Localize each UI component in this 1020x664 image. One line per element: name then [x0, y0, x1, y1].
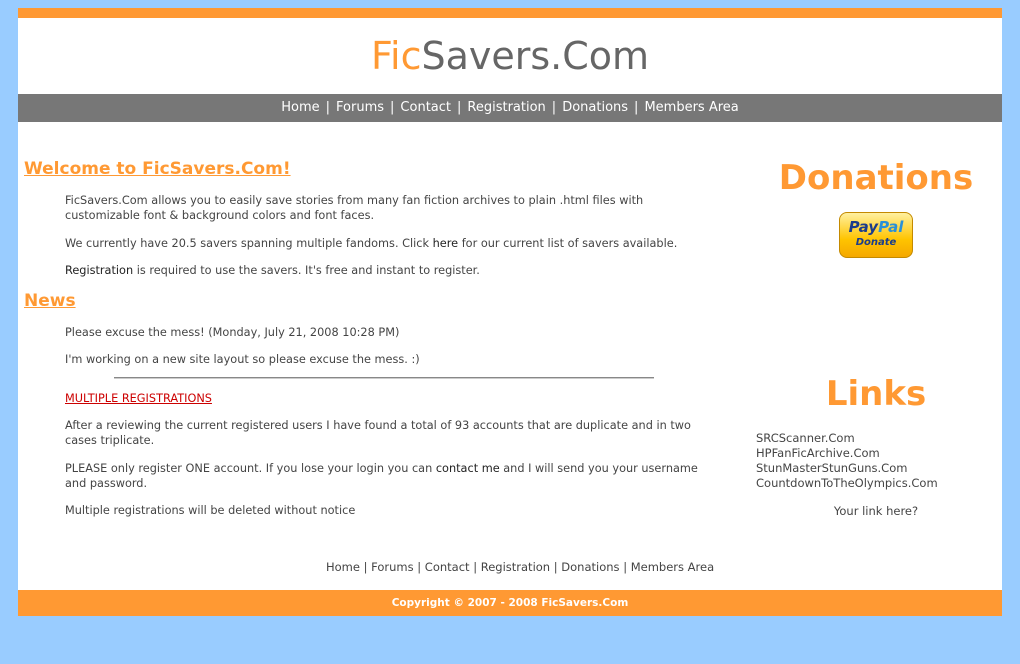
multiple-registrations-link[interactable]: MULTIPLE REGISTRATIONS [65, 392, 212, 405]
news2-paragraph-2: PLEASE only register ONE account. If you… [65, 461, 705, 491]
footer-nav-separator: | [363, 560, 368, 574]
logo-savers-text: Savers.Com [421, 34, 650, 78]
sidebar: Donations PayPal Donate Links SRCScanner… [756, 158, 996, 519]
news-divider [114, 377, 654, 379]
footer-nav-forums[interactable]: Forums [371, 560, 413, 574]
nav-separator: | [551, 100, 557, 115]
nav-home[interactable]: Home [281, 100, 319, 115]
nav-contact[interactable]: Contact [400, 100, 451, 115]
nav-donations[interactable]: Donations [562, 100, 628, 115]
site-logo[interactable]: FicSavers.Com [18, 32, 1002, 80]
welcome-section: FicSavers.Com allows you to easily save … [65, 193, 705, 278]
welcome-paragraph-1: FicSavers.Com allows you to easily save … [65, 194, 644, 222]
news-item-body: I'm working on a new site layout so plea… [65, 353, 420, 366]
donations-heading: Donations [778, 158, 974, 198]
footer-nav-registration[interactable]: Registration [481, 560, 550, 574]
main-content: Welcome to FicSavers.Com! FicSavers.Com … [24, 158, 704, 518]
welcome-paragraph-3: Registration is required to use the save… [65, 263, 705, 278]
logo-fic-text: Fic [370, 34, 422, 78]
main-nav: Home | Forums | Contact | Registration | Donatio… [18, 94, 1002, 122]
welcome-p3-text: is required to use the savers. It's free… [133, 264, 480, 277]
news-section: Please excuse the mess! (Monday, July 21… [65, 325, 705, 367]
news2-paragraph-1: After a reviewing the current registered… [65, 419, 691, 447]
copyright-bar: Copyright © 2007 - 2008 FicSavers.Com [18, 590, 1002, 616]
footer-nav-separator: | [623, 560, 628, 574]
paypal-pal-text: Pal [878, 218, 904, 236]
paypal-logo-icon: PayPal [840, 217, 912, 237]
your-link-here[interactable]: Your link here? [756, 504, 996, 519]
registration-link[interactable]: Registration [65, 264, 133, 277]
footer-nav-separator: | [417, 560, 422, 574]
top-accent-bar [18, 8, 1002, 18]
nav-separator: | [325, 100, 331, 115]
nav-registration[interactable]: Registration [467, 100, 545, 115]
welcome-heading[interactable]: Welcome to FicSavers.Com! [24, 158, 704, 180]
footer-nav-members-area[interactable]: Members Area [631, 560, 714, 574]
footer-nav-separator: | [473, 560, 478, 574]
footer-nav-donations[interactable]: Donations [561, 560, 619, 574]
paypal-donate-button[interactable]: PayPal Donate [839, 212, 913, 258]
welcome-p2-text: We currently have 20.5 savers spanning m… [65, 237, 433, 250]
link-hpfanficarchive[interactable]: HPFanFicArchive.Com [756, 446, 996, 461]
link-stunmaster[interactable]: StunMasterStunGuns.Com [756, 461, 996, 476]
news-heading[interactable]: News [24, 290, 704, 312]
nav-forums[interactable]: Forums [336, 100, 384, 115]
page-container: FicSavers.Com Home | Forums | Contact | Regist… [18, 8, 1002, 616]
link-countdown-olympics[interactable]: CountdownToTheOlympics.Com [756, 476, 996, 491]
nav-separator: | [457, 100, 462, 115]
welcome-p2-text-end: for our current list of savers available… [458, 237, 678, 250]
news2-p2-text: PLEASE only register ONE account. If you… [65, 462, 436, 475]
footer-nav-home[interactable]: Home [326, 560, 360, 574]
footer-nav-separator: | [553, 560, 558, 574]
paypal-donate-label: Donate [855, 237, 897, 248]
welcome-paragraph-2: We currently have 20.5 savers spanning m… [65, 236, 705, 251]
nav-separator: | [390, 100, 395, 115]
nav-separator: | [634, 100, 639, 115]
links-list: SRCScanner.Com HPFanFicArchive.Com StunM… [756, 431, 996, 491]
footer-nav-contact[interactable]: Contact [425, 560, 470, 574]
news-item-title: Please excuse the mess! (Monday, July 21… [65, 326, 400, 339]
contact-me-link[interactable]: contact me [436, 462, 500, 475]
news-section-2: MULTIPLE REGISTRATIONS After a reviewing… [65, 391, 705, 518]
news2-paragraph-3: Multiple registrations will be deleted w… [65, 504, 356, 517]
nav-members-area[interactable]: Members Area [644, 100, 738, 115]
links-heading: Links [825, 374, 927, 414]
savers-list-link[interactable]: here [433, 237, 458, 250]
paypal-pay-text: Pay [848, 218, 879, 236]
link-srcscanner[interactable]: SRCScanner.Com [756, 431, 996, 446]
